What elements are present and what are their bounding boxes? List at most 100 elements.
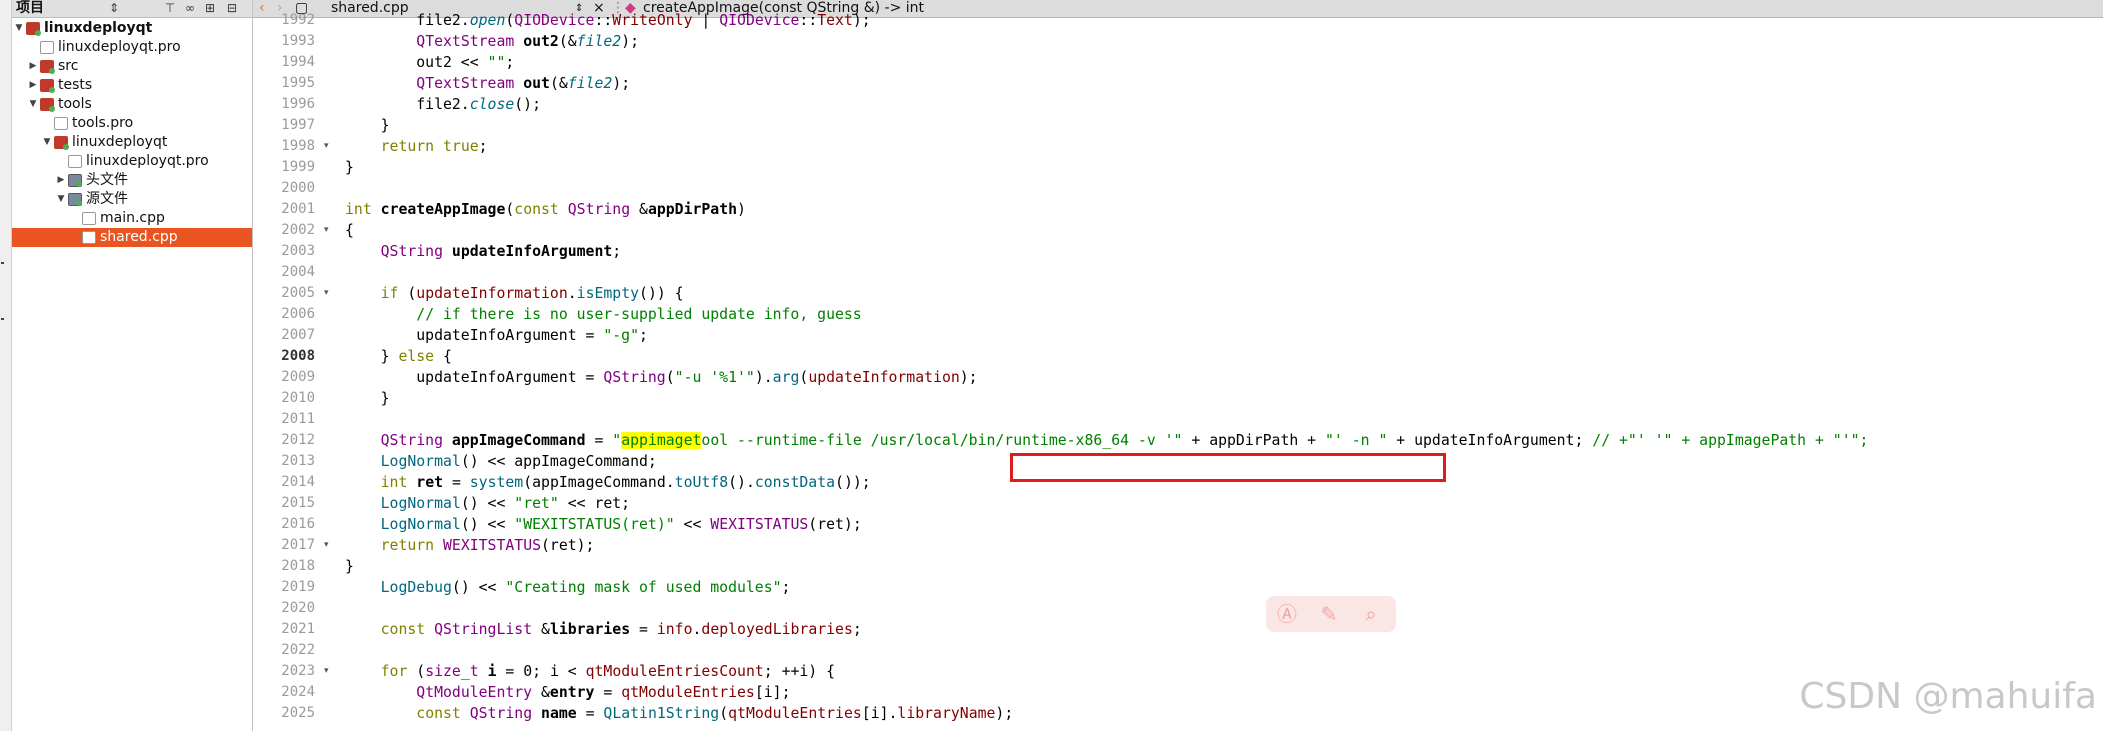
highlight-box [1010, 453, 1446, 482]
expand-down-icon[interactable]: ▼ [14, 19, 24, 38]
code-line[interactable]: int ret = system(appImageCommand.toUtf8(… [345, 472, 871, 493]
tree-item-label: linuxdeployqt [44, 20, 153, 36]
magic-wand-icon[interactable]: ✎ [1316, 601, 1342, 627]
code-line[interactable]: QString appImageCommand = "appimagetool … [345, 430, 1868, 451]
file-icon [68, 155, 82, 168]
line-number: 2000 [281, 180, 315, 196]
line-number: 2013 [281, 453, 315, 469]
code-line[interactable]: { [345, 220, 354, 241]
code-line[interactable]: out2 << ""; [345, 52, 514, 73]
fold-toggle-icon[interactable]: ▾ [324, 136, 334, 157]
code-line[interactable]: for (size_t i = 0; i < qtModuleEntriesCo… [345, 661, 835, 682]
tree-item-label: src [58, 58, 79, 74]
tree-item[interactable]: linuxdeployqt.pro [12, 152, 252, 171]
tree-item-label: linuxdeployqt [72, 134, 168, 150]
expand-down-icon[interactable]: ▼ [56, 190, 66, 209]
close-panel-icon[interactable]: ⊟ [224, 0, 240, 17]
expand-right-icon[interactable]: ▶ [56, 171, 66, 190]
code-line[interactable]: QTextStream out(&file2); [345, 73, 630, 94]
tree-item[interactable]: ▶ src [12, 57, 252, 76]
line-number: 2023 [281, 663, 315, 679]
fold-toggle-icon[interactable]: ▾ [324, 535, 334, 556]
ai-icon[interactable]: Ⓐ [1274, 601, 1300, 627]
code-line[interactable]: } else { [345, 346, 452, 367]
expand-down-icon[interactable]: ▼ [42, 133, 52, 152]
line-number: 2008 [281, 348, 315, 364]
code-line[interactable]: LogNormal() << "ret" << ret; [345, 493, 630, 514]
tree-item[interactable]: ▼ linuxdeployqt [12, 133, 252, 152]
tree-item[interactable]: linuxdeployqt.pro [12, 38, 252, 57]
tree-item-label: tools [58, 96, 92, 112]
line-number: 1994 [281, 54, 315, 70]
project-icon [40, 60, 55, 74]
expand-right-icon[interactable]: ▶ [28, 57, 38, 76]
expand-down-icon[interactable]: ▼ [28, 95, 38, 114]
fold-toggle-icon[interactable]: ▾ [324, 661, 334, 682]
sort-updown-icon[interactable]: ⇕ [106, 0, 122, 17]
line-number: 2017 [281, 537, 315, 553]
tree-item[interactable]: ▶ 头文件 [12, 171, 252, 190]
code-line[interactable]: return WEXITSTATUS(ret); [345, 535, 595, 556]
code-line[interactable]: QString updateInfoArgument; [345, 241, 622, 262]
code-line[interactable]: } [345, 556, 354, 577]
line-number: 2003 [281, 243, 315, 259]
code-line[interactable]: } [345, 157, 354, 178]
code-line[interactable]: LogNormal() << "WEXITSTATUS(ret)" << WEX… [345, 514, 862, 535]
code-line[interactable]: updateInfoArgument = QString("-u '%1'").… [345, 367, 977, 388]
line-number: 1996 [281, 96, 315, 112]
line-number: 2007 [281, 327, 315, 343]
strip-marker [1, 318, 4, 320]
tree-item[interactable]: ▶ tests [12, 76, 252, 95]
project-icon [54, 136, 69, 150]
tree-item[interactable]: tools.pro [12, 114, 252, 133]
code-line[interactable]: } [345, 115, 390, 136]
line-number: 2001 [281, 201, 315, 217]
expand-right-icon[interactable]: ▶ [28, 76, 38, 95]
tree-item[interactable]: shared.cpp [12, 228, 252, 247]
tree-item-label: tests [58, 77, 93, 93]
line-number: 2014 [281, 474, 315, 490]
fold-toggle-icon[interactable]: ▾ [324, 220, 334, 241]
fold-toggle-icon[interactable]: ▾ [324, 283, 334, 304]
project-icon [40, 98, 55, 112]
line-number: 2024 [281, 684, 315, 700]
tree-item[interactable]: ▼ tools [12, 95, 252, 114]
line-number: 1995 [281, 75, 315, 91]
search-icon[interactable]: ⌕ [1358, 601, 1384, 627]
watermark: CSDN @mahuifa [1799, 676, 2097, 717]
file-icon [54, 117, 68, 130]
split-add-icon[interactable]: ⊞ [202, 0, 218, 17]
code-editor[interactable]: 1992 1993 1994 1995 1996 1997 1998 ▾ 1999 2000 200… [253, 12, 2103, 731]
code-line[interactable]: QtModuleEntry &entry = qtModuleEntries[i… [345, 682, 790, 703]
code-line[interactable]: LogDebug() << "Creating mask of used mod… [345, 577, 791, 598]
code-line[interactable]: } [345, 388, 390, 409]
code-line[interactable]: // if there is no user-supplied update i… [345, 304, 861, 325]
code-line[interactable]: QTextStream out2(&file2); [345, 31, 639, 52]
code-line[interactable]: file2.close(); [345, 94, 541, 115]
tree-item[interactable]: main.cpp [12, 209, 252, 228]
line-number: 2016 [281, 516, 315, 532]
code-line[interactable]: file2.open(QIODevice::WriteOnly | QIODev… [345, 10, 870, 31]
code-line[interactable]: if (updateInformation.isEmpty()) { [345, 283, 684, 304]
link-icon[interactable]: ∞ [182, 0, 198, 17]
code-line[interactable]: int createAppImage(const QString &appDir… [345, 199, 746, 220]
line-number: 2012 [281, 432, 315, 448]
tree-item-label: tools.pro [72, 115, 134, 131]
floating-toolbar: Ⓐ ✎ ⌕ [1266, 596, 1396, 632]
project-icon [26, 22, 41, 36]
code-line[interactable]: LogNormal() << appImageCommand; [345, 451, 657, 472]
tree-item-label: linuxdeployqt.pro [58, 39, 181, 55]
line-number: 2006 [281, 306, 315, 322]
code-line[interactable]: updateInfoArgument = "-g"; [345, 325, 648, 346]
code-line[interactable]: return true; [345, 136, 488, 157]
code-line[interactable]: const QStringList &libraries = info.depl… [345, 619, 862, 640]
code-line[interactable]: const QString name = QLatin1String(qtMod… [345, 703, 1013, 724]
tree-item[interactable]: ▼ linuxdeployqt [12, 19, 252, 38]
line-number: 2010 [281, 390, 315, 406]
filter-icon[interactable]: ⊤ [162, 0, 178, 17]
line-number: 2011 [281, 411, 315, 427]
line-number: 2020 [281, 600, 315, 616]
tree-item[interactable]: ▼ 源文件 [12, 190, 252, 209]
line-number: 2025 [281, 705, 315, 721]
sidebar-title: 项目 [16, 0, 44, 16]
